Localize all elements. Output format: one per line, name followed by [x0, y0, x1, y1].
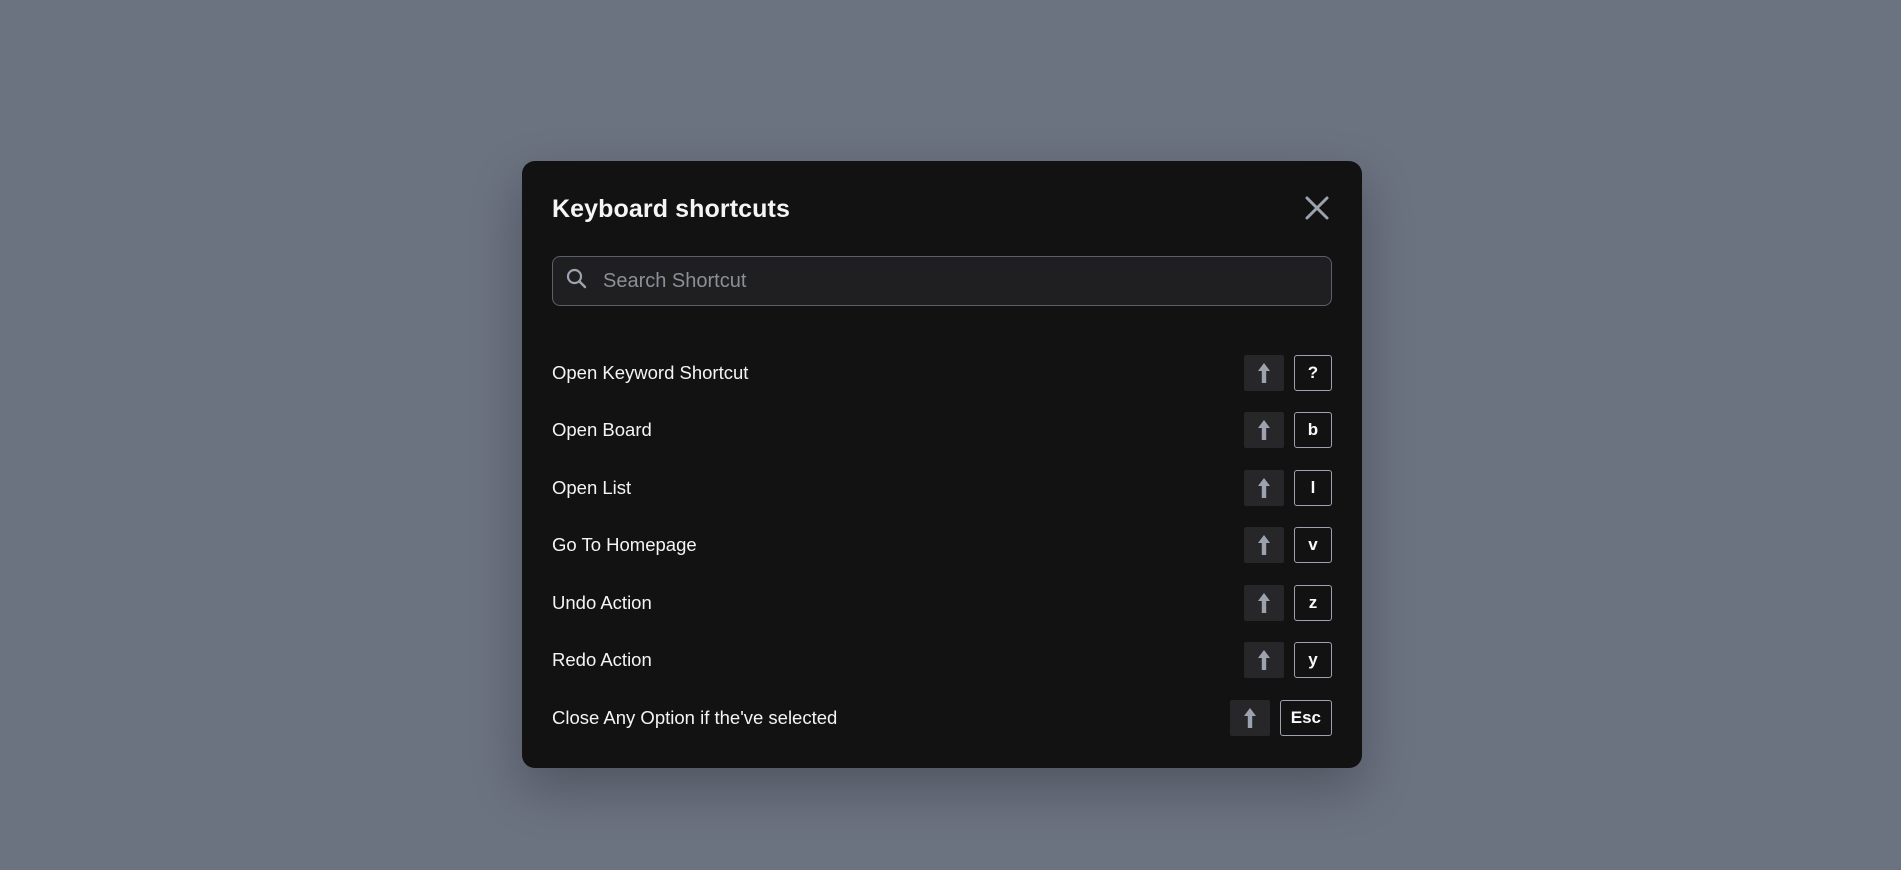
shortcut-row: Undo Action z: [552, 574, 1332, 632]
shortcut-row: Go To Homepage v: [552, 517, 1332, 575]
key-cap: v: [1294, 527, 1332, 564]
key-cap: b: [1294, 412, 1332, 449]
key-combo: v: [1244, 527, 1332, 564]
key-combo: Esc: [1229, 699, 1332, 736]
shift-key: [1244, 412, 1284, 449]
key-combo: l: [1244, 469, 1332, 506]
shortcut-row: Redo Action y: [552, 632, 1332, 690]
arrow-up-icon: [1258, 535, 1270, 556]
shortcut-label: Redo Action: [552, 649, 652, 671]
key-cap: Esc: [1279, 699, 1332, 736]
close-icon: [1305, 196, 1329, 220]
shift-key: [1244, 642, 1284, 679]
arrow-up-icon: [1258, 362, 1270, 383]
dialog-title: Keyboard shortcuts: [552, 195, 790, 223]
search-box: [552, 256, 1332, 306]
arrow-up-icon: [1258, 592, 1270, 613]
shift-key: [1244, 354, 1284, 391]
key-combo: z: [1244, 584, 1332, 621]
shift-key: [1229, 699, 1270, 736]
arrow-up-icon: [1258, 477, 1270, 498]
key-combo: ?: [1244, 354, 1332, 391]
arrow-up-icon: [1258, 650, 1270, 671]
arrow-up-icon: [1258, 420, 1270, 441]
shortcut-row: Open List l: [552, 459, 1332, 517]
shortcut-row: Open Board b: [552, 402, 1332, 460]
shift-key: [1244, 469, 1284, 506]
shortcut-row: Close Any Option if the've selected Esc: [552, 689, 1332, 747]
search-icon: [566, 268, 587, 289]
shortcut-list: Open Keyword Shortcut ? Open Board b Ope…: [552, 344, 1332, 747]
shortcut-label: Close Any Option if the've selected: [552, 706, 838, 728]
arrow-up-icon: [1243, 707, 1256, 728]
keyboard-shortcuts-dialog: Keyboard shortcuts Open Keyword Shortcut: [522, 161, 1362, 768]
shortcut-row: Open Keyword Shortcut ?: [552, 344, 1332, 402]
key-combo: b: [1244, 412, 1332, 449]
search-input[interactable]: [603, 257, 1321, 305]
shortcut-label: Open List: [552, 476, 632, 498]
shift-key: [1244, 584, 1284, 621]
shortcut-label: Open Keyword Shortcut: [552, 361, 749, 383]
key-combo: y: [1244, 642, 1332, 679]
close-button[interactable]: [1302, 193, 1332, 223]
key-cap: l: [1294, 469, 1332, 506]
shift-key: [1244, 527, 1284, 564]
shortcut-label: Open Board: [552, 419, 652, 441]
key-cap: ?: [1294, 354, 1332, 391]
shortcut-label: Go To Homepage: [552, 534, 697, 556]
key-cap: z: [1294, 584, 1332, 621]
dialog-header: Keyboard shortcuts: [552, 189, 1332, 229]
shortcut-label: Undo Action: [552, 591, 652, 613]
key-cap: y: [1294, 642, 1332, 679]
